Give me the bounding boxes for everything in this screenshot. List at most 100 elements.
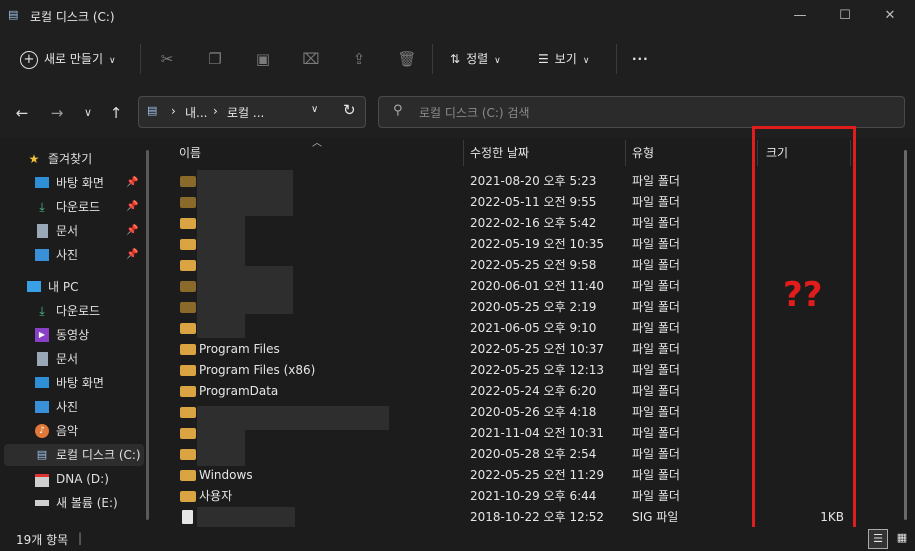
star-icon: ★ (28, 152, 40, 166)
sidebar-label: 바탕 화면 (56, 176, 104, 190)
table-row[interactable]: ProgramData 2022-05-24 오후 6:20 파일 폴더 (172, 381, 852, 402)
table-row[interactable]: Program Files 2022-05-25 오전 10:37 파일 폴더 (172, 339, 852, 360)
folder-icon (180, 491, 196, 502)
sidebar-item-music[interactable]: ♪ 음악 (0, 420, 148, 442)
sidebar-item-videos[interactable]: ▶ 동영상 (0, 324, 148, 346)
column-header-name[interactable]: 이름 (179, 142, 201, 164)
sidebar-item-local-disk[interactable]: ▤ 로컬 디스크 (C:) (4, 444, 144, 466)
column-header-type[interactable]: 유형 (632, 142, 654, 164)
modified-date: 2021-06-05 오후 9:10 (470, 321, 597, 335)
tiles-view-icon[interactable]: ▦ (893, 529, 911, 547)
recent-chevron-icon[interactable]: ∨ (78, 103, 98, 123)
sidebar-item-pc-downloads[interactable]: ⤓ 다운로드 (0, 300, 148, 322)
column-header-date[interactable]: 수정한 날짜 (470, 142, 529, 164)
column-separator[interactable] (625, 140, 626, 166)
sidebar-item-desktop[interactable]: 바탕 화면 📌 (0, 172, 148, 194)
sidebar-item-pictures[interactable]: 사진 📌 (0, 244, 148, 266)
maximize-icon[interactable]: ☐ (835, 6, 855, 26)
file-type: 파일 폴더 (632, 321, 680, 335)
modified-date: 2020-05-25 오후 2:19 (470, 300, 597, 314)
table-row[interactable]: Windows 2022-05-25 오전 11:29 파일 폴더 (172, 465, 852, 486)
modified-date: 2022-05-25 오전 9:58 (470, 258, 597, 272)
details-view-icon[interactable]: ☰ (868, 529, 888, 549)
pin-icon[interactable]: 📌 (126, 172, 138, 194)
sidebar-item-drive-e[interactable]: 새 볼륨 (E:) (0, 492, 148, 514)
file-name: Program Files (199, 342, 280, 356)
file-name: ProgramData (199, 384, 279, 398)
close-icon[interactable]: ✕ (880, 6, 900, 26)
sidebar-item-quick-access[interactable]: ★ 즐겨찾기 (0, 148, 148, 170)
download-icon: ⤓ (39, 304, 45, 318)
redaction-block (197, 406, 389, 430)
modified-date: 2021-08-20 오후 5:23 (470, 174, 597, 188)
breadcrumb-item[interactable]: 내... (185, 104, 207, 121)
sidebar-label: 문서 (56, 352, 79, 366)
folder-icon (180, 386, 196, 397)
modified-date: 2022-05-25 오후 12:13 (470, 363, 605, 377)
new-button[interactable]: + 새로 만들기 ∨ (20, 48, 116, 70)
sidebar-label: 로컬 디스크 (C:) (56, 448, 141, 462)
sidebar-item-downloads[interactable]: ⤓ 다운로드 📌 (0, 196, 148, 218)
table-row[interactable]: 2022-05-19 오전 10:35 파일 폴더 (172, 234, 852, 255)
file-type: 파일 폴더 (632, 342, 680, 356)
sidebar-label: 새 볼륨 (E:) (56, 496, 118, 510)
up-arrow-icon[interactable]: ↑ (106, 103, 126, 123)
refresh-icon[interactable]: ↻ (343, 101, 356, 119)
minimize-icon[interactable]: — (790, 6, 810, 26)
table-row[interactable]: 2022-02-16 오후 5:42 파일 폴더 (172, 213, 852, 234)
copy-icon[interactable]: ❐ (204, 48, 226, 70)
breadcrumb-item[interactable]: 로컬 ... (227, 104, 264, 121)
toolbar-separator (616, 44, 617, 74)
chevron-down-icon[interactable]: ∨ (311, 104, 318, 115)
file-type: 파일 폴더 (632, 426, 680, 440)
sidebar-item-this-pc[interactable]: 내 PC (0, 276, 148, 298)
redaction-block (197, 507, 295, 527)
file-list-scrollbar[interactable] (904, 150, 907, 520)
rename-icon[interactable]: ⌧ (300, 48, 322, 70)
table-row[interactable]: 2020-05-28 오후 2:54 파일 폴더 (172, 444, 852, 465)
drive-e-icon (35, 500, 49, 506)
toolbar-separator (140, 44, 141, 74)
drive-icon: ▤ (147, 104, 158, 117)
sidebar-label: 다운로드 (56, 304, 101, 318)
search-icon: ⚲ (393, 103, 403, 118)
folder-icon (180, 197, 196, 208)
cut-icon[interactable]: ✂ (156, 48, 178, 70)
sort-button[interactable]: ⇅ 정렬 ∨ (450, 48, 501, 70)
drive-icon: ▤ (8, 8, 19, 21)
file-type: SIG 파일 (632, 510, 679, 524)
modified-date: 2018-10-22 오후 12:52 (470, 510, 605, 524)
modified-date: 2020-05-26 오후 4:18 (470, 405, 597, 419)
table-row[interactable]: 사용자 2021-10-29 오후 6:44 파일 폴더 (172, 486, 852, 507)
folder-icon (180, 470, 196, 481)
search-box[interactable]: ⚲ 로컬 디스크 (C:) 검색 (378, 96, 905, 128)
redaction-block (197, 314, 245, 338)
sidebar-label: DNA (D:) (56, 472, 109, 486)
table-row[interactable]: Program Files (x86) 2022-05-25 오후 12:13 파일… (172, 360, 852, 381)
view-button[interactable]: ☰ 보기 ∨ (538, 48, 589, 70)
computer-icon (27, 281, 41, 292)
share-icon[interactable]: ⇪ (348, 48, 370, 70)
paste-icon[interactable]: ▣ (252, 48, 274, 70)
item-count: 19개 항목 (16, 533, 69, 547)
table-row[interactable]: 2021-06-05 오후 9:10 파일 폴더 (172, 318, 852, 339)
sidebar-item-documents[interactable]: 문서 📌 (0, 220, 148, 242)
sidebar-item-pc-pictures[interactable]: 사진 (0, 396, 148, 418)
sidebar-item-pc-documents[interactable]: 문서 (0, 348, 148, 370)
forward-arrow-icon[interactable]: → (47, 103, 67, 123)
address-bar[interactable]: ▤ › 내... › 로컬 ... ∨ ↻ (138, 96, 366, 128)
pin-icon[interactable]: 📌 (126, 244, 138, 266)
pin-icon[interactable]: 📌 (126, 220, 138, 242)
new-label: 새로 만들기 (44, 52, 104, 66)
column-separator[interactable] (463, 140, 464, 166)
sidebar-item-drive-d[interactable]: DNA (D:) (0, 468, 148, 490)
pin-icon[interactable]: 📌 (126, 196, 138, 218)
folder-icon (180, 449, 196, 460)
modified-date: 2022-02-16 오후 5:42 (470, 216, 597, 230)
folder-icon (180, 365, 196, 376)
back-arrow-icon[interactable]: ← (12, 103, 32, 123)
more-options-icon[interactable]: ··· (632, 48, 649, 70)
sidebar-item-pc-desktop[interactable]: 바탕 화면 (0, 372, 148, 394)
sidebar-scrollbar[interactable] (146, 150, 149, 520)
delete-icon[interactable]: 🗑 (396, 48, 418, 70)
